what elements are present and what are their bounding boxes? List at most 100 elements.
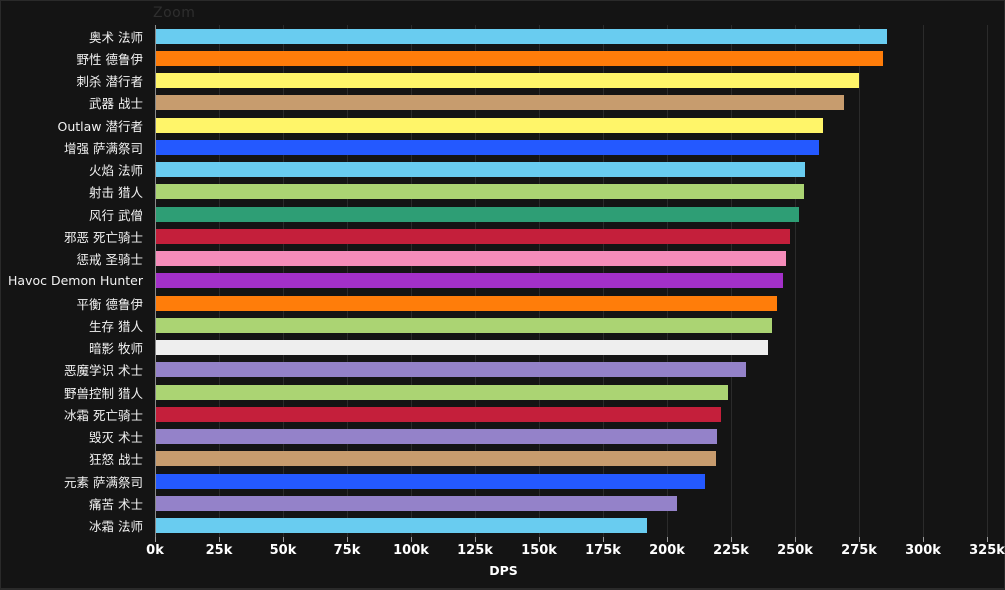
gridline [987,25,988,537]
zoom-watermark-label: Zoom [153,5,196,21]
bar-row[interactable] [155,92,987,114]
x-tick-mark [347,537,348,542]
bar-row[interactable] [155,448,987,470]
y-axis-tick-label: 狂怒 战士 [89,452,143,468]
bar[interactable] [155,228,790,244]
bar[interactable] [155,50,884,66]
bar-row[interactable] [155,359,987,381]
y-axis-tick-label: Outlaw 潜行者 [57,118,144,134]
x-tick-label: 50k [269,543,297,558]
y-axis-tick-label: 增强 萨满祭司 [64,140,143,156]
bar-row[interactable] [155,492,987,514]
bar[interactable] [155,162,806,178]
y-axis-tick-label: 野性 德鲁伊 [76,51,143,67]
y-axis-line [155,25,156,537]
x-tick-label: 75k [333,543,361,558]
bar[interactable] [155,362,747,378]
y-axis-tick-label: 毁灭 术士 [89,430,143,446]
x-tick-mark [987,537,988,542]
bar-row[interactable] [155,114,987,136]
x-tick-mark [283,537,284,542]
y-axis-tick-label: 恶魔学识 术士 [64,363,143,379]
bar-row[interactable] [155,25,987,47]
bar[interactable] [155,340,769,356]
bar[interactable] [155,273,784,289]
y-axis-tick-label: 冰霜 死亡骑士 [64,407,143,423]
bar-row[interactable] [155,47,987,69]
x-tick-mark [411,537,412,542]
bar[interactable] [155,429,717,445]
bar-row[interactable] [155,314,987,336]
bar[interactable] [155,451,716,467]
x-tick-label: 325k [969,543,1005,558]
window-bottom-divider [1,588,1005,589]
plot-area [155,25,988,537]
x-tick-label: 175k [585,543,621,558]
x-tick-label: 225k [713,543,749,558]
x-tick-mark [219,537,220,542]
x-tick-mark [603,537,604,542]
x-tick-mark [795,537,796,542]
y-axis-tick-label: 野兽控制 猎人 [64,385,143,401]
bar-row[interactable] [155,470,987,492]
y-axis-tick-label: 惩戒 圣骑士 [76,252,143,268]
bar-row[interactable] [155,515,987,537]
bar-row[interactable] [155,181,987,203]
bar[interactable] [155,518,647,534]
y-axis-tick-label: 武器 战士 [89,96,143,112]
x-tick-label: 125k [457,543,493,558]
x-tick-mark [923,537,924,542]
bar-row[interactable] [155,292,987,314]
bar[interactable] [155,95,844,111]
bar-row[interactable] [155,426,987,448]
bar[interactable] [155,184,804,200]
x-tick-mark [475,537,476,542]
bar[interactable] [155,139,820,155]
x-axis-label: DPS [489,563,518,578]
bar-row[interactable] [155,337,987,359]
x-tick-mark [667,537,668,542]
bar-row[interactable] [155,381,987,403]
x-tick-mark [731,537,732,542]
bar[interactable] [155,473,706,489]
y-axis-tick-label: 元素 萨满祭司 [64,474,143,490]
bar-row[interactable] [155,248,987,270]
bar[interactable] [155,73,859,89]
x-tick-label: 150k [521,543,557,558]
x-axis-ticks: 0k 25k 50k 75k 100k 125k 150k 175k 200k 225k 250k 2… [146,537,1005,563]
y-axis-tick-label: 射击 猎人 [89,185,143,201]
bar[interactable] [155,295,778,311]
y-axis-tick-label: Havoc Demon Hunter [8,273,143,289]
y-axis-tick-label: 邪恶 死亡骑士 [64,229,143,245]
y-axis-tick-label: 火焰 法师 [89,163,143,179]
x-tick-mark [155,537,156,542]
y-axis-tick-label: 刺杀 潜行者 [76,74,143,90]
bar[interactable] [155,317,772,333]
y-axis-category-labels: 奥术 法师野性 德鲁伊 刺杀 潜行者武器 战士 Outlaw 潜行者 增强 萨满祭司火… [1,25,149,537]
bar-row[interactable] [155,70,987,92]
bar[interactable] [155,406,721,422]
bar-row[interactable] [155,270,987,292]
y-axis-tick-label: 风行 武僧 [89,207,143,223]
y-axis-tick-label: 冰霜 法师 [89,519,143,535]
x-tick-label: 25k [205,543,233,558]
x-tick-mark [859,537,860,542]
bar[interactable] [155,495,678,511]
bar[interactable] [155,28,888,44]
bar-row[interactable] [155,203,987,225]
bar[interactable] [155,117,824,133]
x-tick-label: 300k [905,543,941,558]
bar[interactable] [155,206,799,222]
bar-row[interactable] [155,225,987,247]
bar-series [155,25,987,537]
x-tick-mark [539,537,540,542]
y-axis-tick-label: 奥术 法师 [89,29,143,45]
bar-row[interactable] [155,159,987,181]
y-axis-tick-label: 平衡 德鲁伊 [76,296,143,312]
y-axis-tick-label: 暗影 牧师 [89,341,143,357]
bar-row[interactable] [155,136,987,158]
bar[interactable] [155,384,729,400]
x-tick-label: 0k [146,543,164,558]
bar-row[interactable] [155,403,987,425]
bar[interactable] [155,251,787,267]
